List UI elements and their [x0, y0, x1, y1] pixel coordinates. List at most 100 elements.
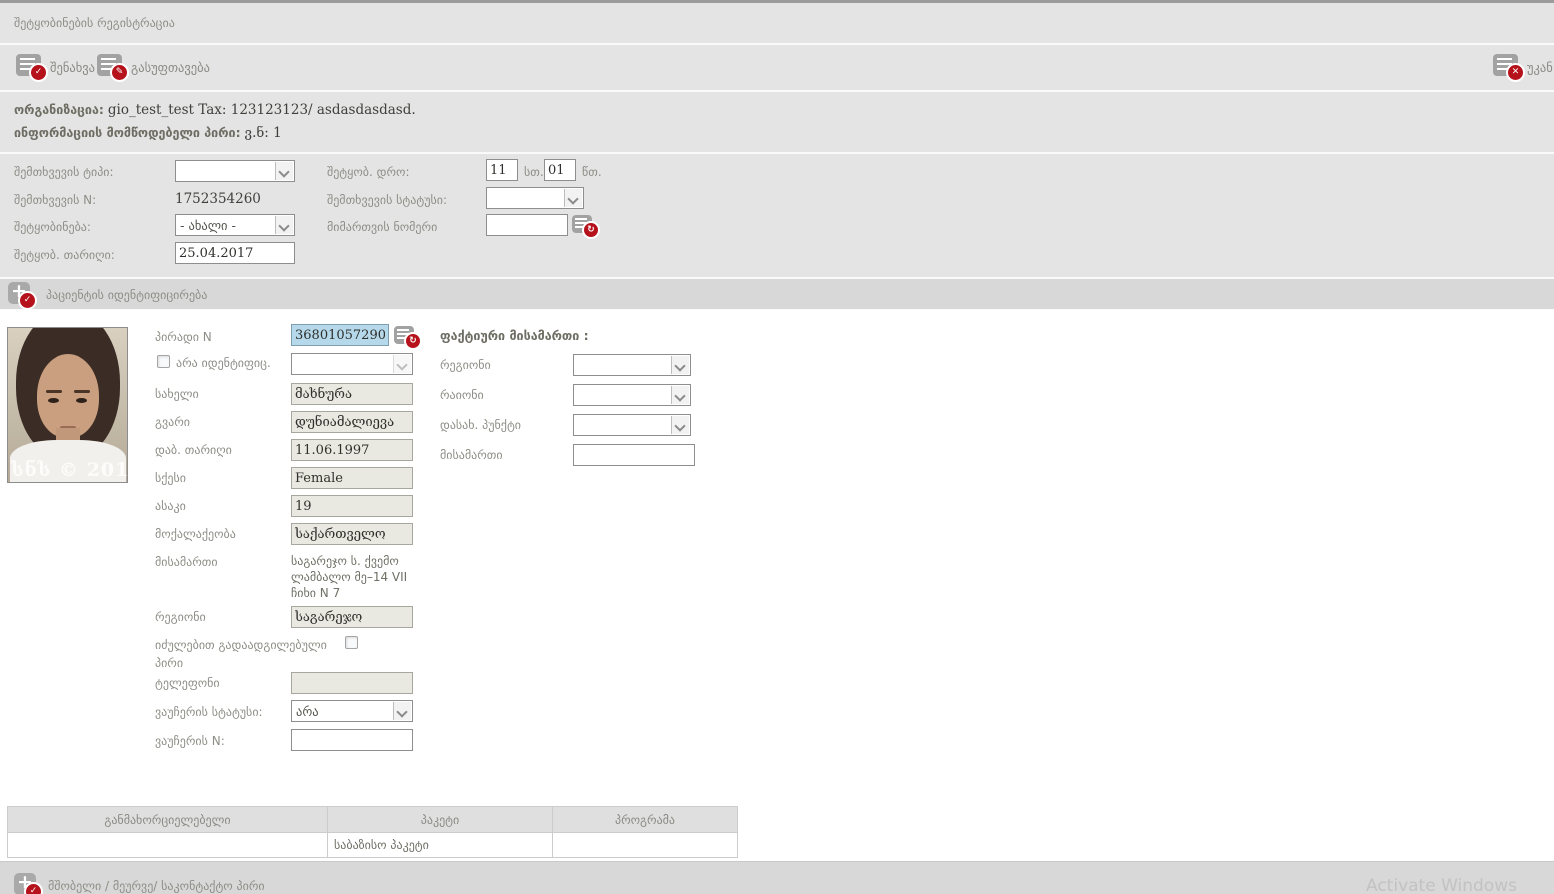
notification-registration-page: შეტყობინების რეგისტრაცია ✓ შენახვა ✎ გას… — [0, 0, 1554, 894]
provider-label: ინფორმაციის მომწოდებელი პირი: — [14, 125, 241, 140]
plus-icon[interactable]: ✓ — [8, 280, 37, 310]
plus-icon[interactable]: ✓ — [14, 871, 43, 894]
case-status-label: შემთხვევის სტატუსი: — [327, 193, 448, 207]
cell-package: საბაზისო პაკეტი — [327, 832, 553, 858]
address-value: საგარეჯო ს. ქვემო ლამბალო მე–14 VII ჩიხი… — [291, 554, 408, 600]
chevron-down-icon — [393, 702, 411, 720]
chevron-down-icon — [671, 386, 689, 404]
voucher-status-value: არა — [296, 704, 319, 719]
notif-time-label: შეტყობ. დრო: — [327, 165, 410, 179]
actual-region-select[interactable] — [573, 354, 691, 376]
voucher-n-input[interactable] — [291, 729, 413, 751]
clear-button[interactable]: გასუფთავება — [131, 60, 210, 75]
org-value: gio_test_test Tax: 123123123/ asdasdasda… — [107, 102, 416, 118]
back-icon[interactable]: ✕ — [1493, 54, 1525, 82]
photo-detail — [76, 398, 87, 403]
page-title: შეტყობინების რეგისტრაცია — [14, 16, 175, 30]
guardian-section-header: ✓ მშობელი / მეურვე/ საკონტაქტო პირი — [0, 861, 1554, 894]
region-input[interactable] — [291, 606, 413, 628]
phone-input[interactable] — [291, 672, 413, 694]
packages-table: განმახორციელებელი პაკეტი პროგრამა საბაზი… — [7, 806, 738, 858]
actual-region-label: რეგიონი — [440, 358, 491, 372]
actual-address-input[interactable] — [573, 444, 695, 466]
notification-select[interactable]: - ახალი - — [175, 214, 295, 236]
x-badge-icon: ✕ — [1506, 63, 1525, 82]
photo-detail — [74, 390, 90, 393]
personal-n-input[interactable] — [291, 324, 389, 346]
last-name-label: გვარი — [155, 415, 190, 429]
patient-photo: სნს © 2017 — [7, 327, 128, 483]
provider-value: ვ.ნ: 1 — [244, 125, 282, 141]
table-header-row: განმახორციელებელი პაკეტი პროგრამა — [7, 806, 738, 833]
idp-checkbox[interactable] — [345, 636, 358, 649]
notif-date-input[interactable] — [175, 242, 295, 264]
minute-input[interactable] — [544, 159, 576, 181]
first-name-input[interactable] — [291, 383, 413, 405]
birth-date-label: დაბ. თარიღი — [155, 443, 232, 457]
org-info-band: ორგანიზაცია: gio_test_test Tax: 12312312… — [0, 92, 1554, 154]
not-identified-select[interactable] — [291, 353, 413, 375]
check-badge-icon: ✓ — [29, 63, 48, 82]
patient-section-header: ✓ პაციენტის იდენტიფიცირება — [0, 279, 1554, 310]
referral-lookup-icon[interactable]: ↻ — [572, 215, 600, 239]
patient-area: სნს © 2017 პირადი N ↻ არა იდენტიფიც. სახ… — [0, 310, 1554, 806]
guardian-section-title: მშობელი / მეურვე/ საკონტაქტო პირი — [48, 879, 265, 893]
cell-implementer — [7, 832, 328, 858]
case-form: შემთხვევის ტიპი: შემთხვევის N: 175235426… — [0, 154, 1554, 279]
referral-n-label: მიმართვის ნომერი — [327, 220, 438, 234]
not-identified-label: არა იდენტიფიც. — [176, 356, 271, 370]
case-n-value: 1752354260 — [175, 191, 261, 207]
back-button[interactable]: უკან დაბრუნება — [1527, 60, 1554, 75]
citizenship-input[interactable] — [291, 523, 413, 545]
table-row[interactable]: საბაზისო პაკეტი — [7, 832, 738, 858]
check-badge-icon: ✓ — [24, 882, 43, 894]
column-header-program: პროგრამა — [552, 806, 738, 833]
region-label: რეგიონი — [155, 610, 206, 624]
hour-unit-label: სთ. — [524, 165, 544, 179]
age-input[interactable] — [291, 495, 413, 517]
age-label: ასაკი — [155, 499, 186, 513]
chevron-down-icon — [671, 356, 689, 374]
cell-program — [552, 832, 738, 858]
save-icon[interactable]: ✓ — [16, 54, 48, 82]
idp-label: იძულებით გადაადგილებული პირი — [155, 638, 327, 670]
patient-section-title: პაციენტის იდენტიფიცირება — [46, 288, 208, 302]
voucher-status-select[interactable]: არა — [291, 700, 413, 722]
org-label: ორგანიზაცია: — [14, 102, 104, 117]
first-name-label: სახელი — [155, 387, 199, 401]
actual-address-title: ფაქტიური მისამართი : — [440, 328, 589, 343]
save-button[interactable]: შენახვა — [50, 60, 95, 75]
birth-date-input[interactable] — [291, 439, 413, 461]
clear-icon[interactable]: ✎ — [97, 54, 129, 82]
title-bar: შეტყობინების რეგისტრაცია — [0, 3, 1554, 45]
minute-unit-label: წთ. — [582, 165, 602, 179]
district-select[interactable] — [573, 384, 691, 406]
notif-date-label: შეტყობ. თარიღი: — [14, 248, 115, 262]
case-type-label: შემთხვევის ტიპი: — [14, 165, 114, 179]
case-type-select[interactable] — [175, 160, 295, 182]
notification-label: შეტყობინება: — [14, 220, 91, 234]
actual-address-label: მისამართი — [440, 448, 503, 462]
column-header-implementer: განმახორციელებელი — [7, 806, 328, 833]
sex-input[interactable] — [291, 467, 413, 489]
photo-detail — [46, 390, 62, 393]
chevron-down-icon — [275, 216, 293, 234]
case-status-select[interactable] — [486, 187, 584, 209]
not-identified-checkbox[interactable] — [157, 355, 170, 368]
case-n-label: შემთხვევის N: — [14, 193, 97, 207]
last-name-input[interactable] — [291, 411, 413, 433]
personal-n-label: პირადი N — [155, 330, 212, 344]
activate-windows-watermark: Activate Windows — [1366, 876, 1517, 894]
hour-input[interactable] — [486, 159, 518, 181]
refresh-badge-icon: ↻ — [404, 332, 422, 350]
chevron-down-icon — [564, 189, 582, 207]
chevron-down-icon — [393, 355, 411, 373]
voucher-n-label: ვაუჩერის N: — [155, 734, 225, 748]
chevron-down-icon — [275, 162, 293, 180]
photo-detail — [48, 398, 59, 403]
settlement-select[interactable] — [573, 414, 691, 436]
referral-n-input[interactable] — [486, 214, 568, 236]
personal-n-lookup-icon[interactable]: ↻ — [394, 326, 422, 350]
settlement-label: დასახ. პუნქტი — [440, 418, 522, 432]
sex-label: სქესი — [155, 471, 186, 485]
